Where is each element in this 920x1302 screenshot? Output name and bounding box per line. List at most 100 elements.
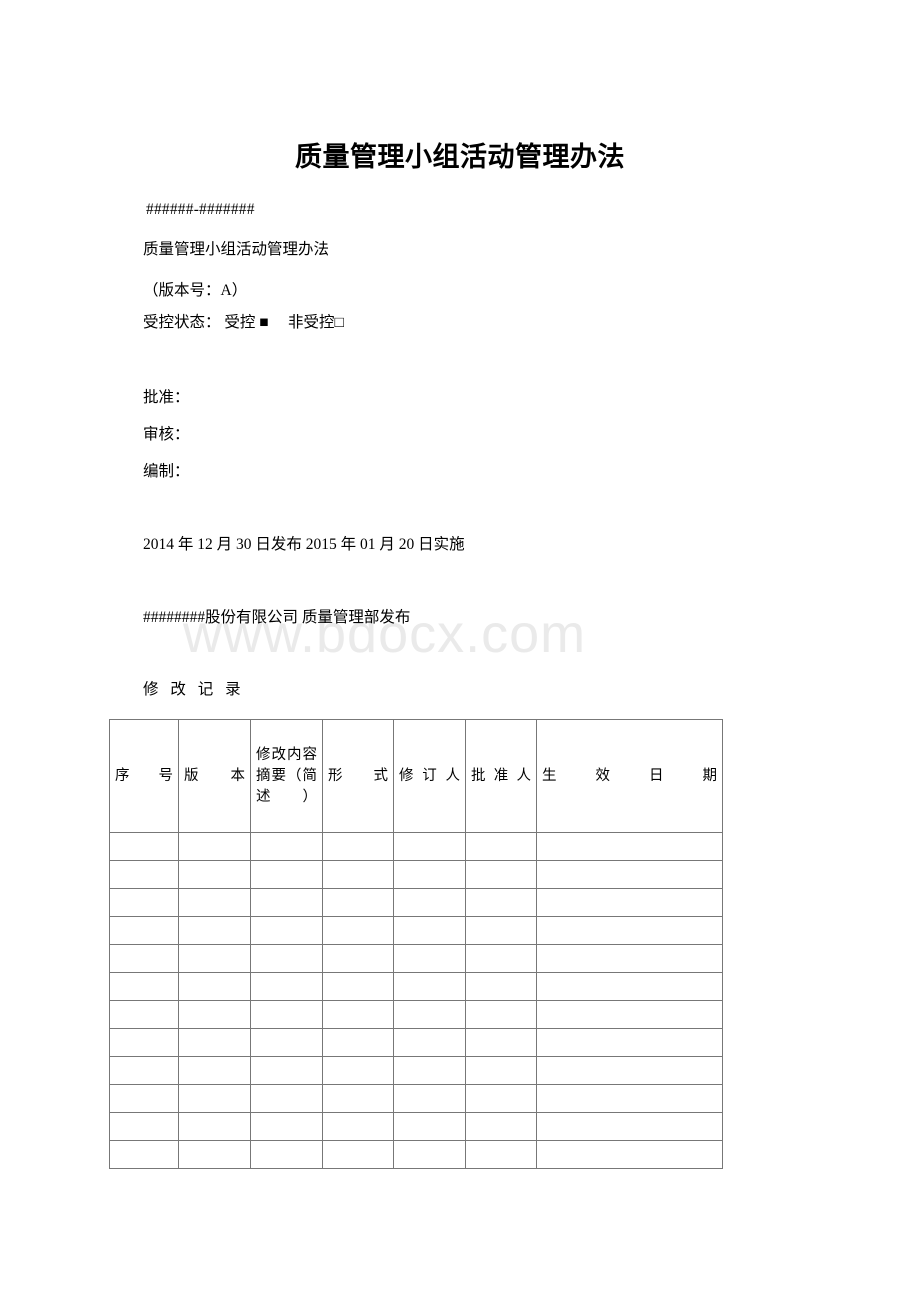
table-cell[interactable] bbox=[536, 916, 723, 945]
table-cell[interactable] bbox=[536, 944, 723, 973]
table-cell[interactable] bbox=[536, 832, 723, 861]
column-header-form: 形式 bbox=[322, 719, 394, 833]
table-cell[interactable] bbox=[322, 972, 394, 1001]
table-row[interactable] bbox=[109, 1140, 723, 1169]
table-cell[interactable] bbox=[322, 888, 394, 917]
table-cell[interactable] bbox=[322, 1056, 394, 1085]
table-row[interactable] bbox=[109, 832, 723, 861]
table-cell[interactable] bbox=[178, 916, 251, 945]
table-cell[interactable] bbox=[393, 1084, 466, 1113]
table-cell[interactable] bbox=[536, 860, 723, 889]
table-cell[interactable] bbox=[393, 1112, 466, 1141]
table-row[interactable] bbox=[109, 1000, 723, 1029]
table-cell[interactable] bbox=[250, 972, 323, 1001]
table-cell[interactable] bbox=[393, 832, 466, 861]
table-cell[interactable] bbox=[536, 1140, 723, 1169]
table-cell[interactable] bbox=[393, 1028, 466, 1057]
table-cell[interactable] bbox=[536, 1056, 723, 1085]
table-cell[interactable] bbox=[322, 860, 394, 889]
table-cell[interactable] bbox=[178, 1028, 251, 1057]
table-cell[interactable] bbox=[322, 944, 394, 973]
table-cell[interactable] bbox=[178, 1056, 251, 1085]
table-cell[interactable] bbox=[250, 916, 323, 945]
table-cell[interactable] bbox=[536, 888, 723, 917]
table-cell[interactable] bbox=[322, 1028, 394, 1057]
table-cell[interactable] bbox=[465, 1084, 537, 1113]
table-cell[interactable] bbox=[109, 944, 179, 973]
table-cell[interactable] bbox=[250, 1056, 323, 1085]
table-cell[interactable] bbox=[178, 832, 251, 861]
table-cell[interactable] bbox=[250, 860, 323, 889]
table-cell[interactable] bbox=[393, 1000, 466, 1029]
table-cell[interactable] bbox=[393, 860, 466, 889]
table-cell[interactable] bbox=[536, 1112, 723, 1141]
table-row[interactable] bbox=[109, 1084, 723, 1113]
table-row[interactable] bbox=[109, 1112, 723, 1141]
table-cell[interactable] bbox=[322, 1000, 394, 1029]
table-cell[interactable] bbox=[250, 1000, 323, 1029]
table-cell[interactable] bbox=[109, 1084, 179, 1113]
reviewer-label: 审核： bbox=[143, 426, 190, 443]
table-cell[interactable] bbox=[465, 1140, 537, 1169]
table-row[interactable] bbox=[109, 1028, 723, 1057]
table-cell[interactable] bbox=[465, 916, 537, 945]
table-cell[interactable] bbox=[109, 916, 179, 945]
table-cell[interactable] bbox=[393, 1056, 466, 1085]
table-row[interactable] bbox=[109, 1056, 723, 1085]
table-cell[interactable] bbox=[250, 832, 323, 861]
table-cell[interactable] bbox=[465, 1056, 537, 1085]
table-cell[interactable] bbox=[109, 888, 179, 917]
table-cell[interactable] bbox=[393, 1140, 466, 1169]
table-cell[interactable] bbox=[178, 944, 251, 973]
table-cell[interactable] bbox=[109, 1112, 179, 1141]
table-cell[interactable] bbox=[250, 1140, 323, 1169]
table-cell[interactable] bbox=[536, 1084, 723, 1113]
table-cell[interactable] bbox=[109, 1028, 179, 1057]
table-cell[interactable] bbox=[536, 1028, 723, 1057]
table-cell[interactable] bbox=[393, 888, 466, 917]
table-cell[interactable] bbox=[109, 1140, 179, 1169]
table-row[interactable] bbox=[109, 972, 723, 1001]
table-cell[interactable] bbox=[178, 888, 251, 917]
table-cell[interactable] bbox=[465, 860, 537, 889]
table-cell[interactable] bbox=[536, 972, 723, 1001]
table-cell[interactable] bbox=[250, 1028, 323, 1057]
table-cell[interactable] bbox=[465, 832, 537, 861]
table-body bbox=[109, 832, 723, 1169]
table-cell[interactable] bbox=[322, 832, 394, 861]
table-cell[interactable] bbox=[178, 972, 251, 1001]
table-cell[interactable] bbox=[465, 1028, 537, 1057]
table-cell[interactable] bbox=[465, 972, 537, 1001]
table-cell[interactable] bbox=[250, 1112, 323, 1141]
table-cell[interactable] bbox=[178, 1140, 251, 1169]
table-row[interactable] bbox=[109, 888, 723, 917]
table-cell[interactable] bbox=[178, 1000, 251, 1029]
table-cell[interactable] bbox=[322, 916, 394, 945]
table-cell[interactable] bbox=[109, 832, 179, 861]
table-cell[interactable] bbox=[250, 944, 323, 973]
table-cell[interactable] bbox=[536, 1000, 723, 1029]
table-cell[interactable] bbox=[178, 1084, 251, 1113]
table-cell[interactable] bbox=[465, 1000, 537, 1029]
table-cell[interactable] bbox=[109, 1000, 179, 1029]
table-cell[interactable] bbox=[465, 1112, 537, 1141]
table-cell[interactable] bbox=[109, 860, 179, 889]
table-cell[interactable] bbox=[322, 1112, 394, 1141]
table-cell[interactable] bbox=[250, 1084, 323, 1113]
table-cell[interactable] bbox=[393, 972, 466, 1001]
table-cell[interactable] bbox=[393, 944, 466, 973]
table-row[interactable] bbox=[109, 916, 723, 945]
table-cell[interactable] bbox=[178, 860, 251, 889]
table-cell[interactable] bbox=[178, 1112, 251, 1141]
table-cell[interactable] bbox=[322, 1084, 394, 1113]
table-cell[interactable] bbox=[465, 888, 537, 917]
table-cell[interactable] bbox=[393, 916, 466, 945]
table-cell[interactable] bbox=[109, 1056, 179, 1085]
table-row[interactable] bbox=[109, 860, 723, 889]
table-cell[interactable] bbox=[322, 1140, 394, 1169]
table-cell[interactable] bbox=[250, 888, 323, 917]
table-row[interactable] bbox=[109, 944, 723, 973]
revision-record-heading: 修 改 记 录 bbox=[143, 681, 245, 698]
table-cell[interactable] bbox=[465, 944, 537, 973]
table-cell[interactable] bbox=[109, 972, 179, 1001]
